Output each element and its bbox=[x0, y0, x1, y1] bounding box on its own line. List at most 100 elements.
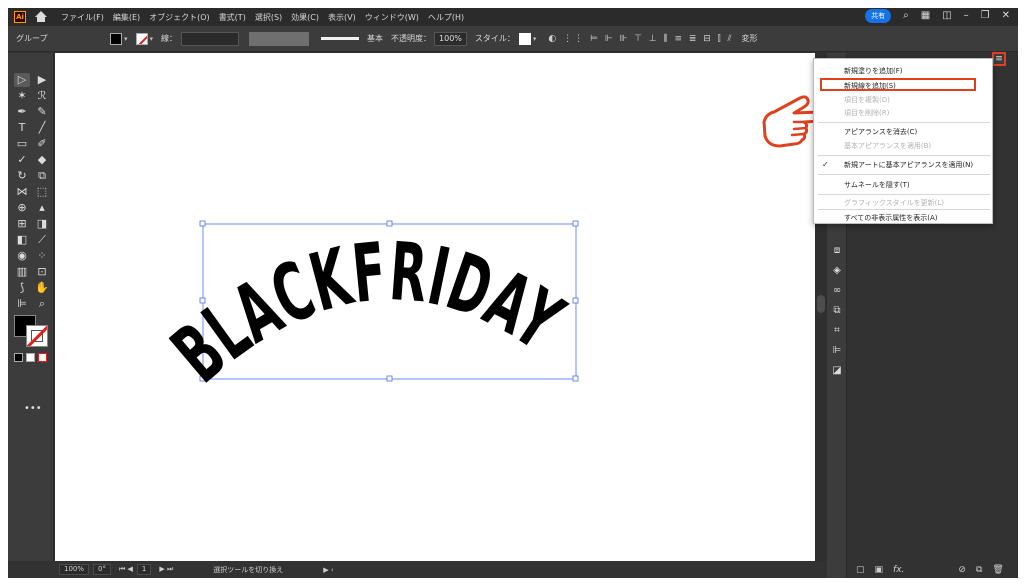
shape-builder-tool-icon[interactable]: ⊕ bbox=[14, 201, 30, 215]
gradient-tool-icon[interactable]: ◧ bbox=[14, 233, 30, 247]
menu-item-add-fill[interactable]: 新規塗りを追加(F) bbox=[844, 66, 903, 76]
hand-tool-icon[interactable]: ✋ bbox=[34, 281, 50, 295]
panel-menu-button[interactable]: ≡ bbox=[992, 52, 1006, 66]
rotate-tool-icon[interactable]: ↻ bbox=[14, 169, 30, 183]
zoom-tool-icon[interactable]: ⌕ bbox=[34, 297, 50, 311]
brush-stroke-preview[interactable] bbox=[321, 37, 360, 40]
chevron-down-icon[interactable]: ▾ bbox=[150, 35, 154, 43]
transform-label[interactable]: 変形 bbox=[741, 33, 757, 44]
free-transform-tool-icon[interactable]: ⬚ bbox=[34, 185, 50, 199]
search-icon[interactable]: ⌕ bbox=[903, 9, 909, 23]
graphic-style-swatch[interactable] bbox=[518, 32, 531, 45]
bbox-handle[interactable] bbox=[386, 220, 393, 227]
artboard-number-field[interactable]: 1 bbox=[136, 564, 152, 575]
pathfinder-panel-icon[interactable]: ◪ bbox=[831, 365, 843, 377]
opacity-field[interactable]: 100% bbox=[434, 31, 467, 46]
stroke-color-icon[interactable] bbox=[26, 325, 48, 347]
stroke-swatch[interactable] bbox=[135, 32, 148, 45]
scale-tool-icon[interactable]: ⧉ bbox=[34, 169, 50, 183]
stroke-weight-field[interactable] bbox=[181, 31, 240, 46]
align-icons[interactable]: ◐ ⋮⋮ ⊨ ⊩ ⊪ ⊤ ⊥ ⫼ ≡ ≣ ⊟ ⫿ ⫽ bbox=[548, 34, 733, 44]
menu-view[interactable]: 表示(V) bbox=[328, 12, 356, 23]
chevron-down-icon[interactable]: ▾ bbox=[533, 35, 537, 43]
chevron-down-icon[interactable]: ▾ bbox=[124, 35, 128, 43]
menu-window[interactable]: ウィンドウ(W) bbox=[365, 12, 419, 23]
bbox-handle[interactable] bbox=[386, 375, 393, 382]
menu-effect[interactable]: 効果(C) bbox=[291, 12, 319, 23]
pen-tool-icon[interactable]: ✒ bbox=[14, 105, 30, 119]
artboards-panel-icon[interactable]: ⧉ bbox=[831, 305, 843, 317]
artboard-tool-icon[interactable]: ⊡ bbox=[34, 265, 50, 279]
first-artboard-icon[interactable]: ⏮ ◀ bbox=[119, 565, 133, 574]
links-panel-icon[interactable]: ∞ bbox=[831, 285, 843, 297]
fill-stroke-widget[interactable] bbox=[14, 315, 50, 349]
align-tool-icon[interactable]: ⊫ bbox=[14, 297, 30, 311]
menu-type[interactable]: 書式(T) bbox=[219, 12, 246, 23]
add-stroke-icon[interactable]: ▢ bbox=[856, 565, 865, 575]
menu-edit[interactable]: 編集(E) bbox=[113, 12, 140, 23]
fx-icon[interactable]: fx. bbox=[893, 565, 904, 575]
arrange-documents-icon[interactable]: ▦ bbox=[921, 9, 930, 23]
blend-tool-icon[interactable]: ◉ bbox=[14, 249, 30, 263]
home-icon[interactable] bbox=[35, 11, 47, 23]
paintbrush-tool-icon[interactable]: ✐ bbox=[34, 137, 50, 151]
align-panel-icon[interactable]: ⊫ bbox=[831, 345, 843, 357]
next-artboard-icon[interactable]: ▶ ⏭ bbox=[159, 565, 173, 574]
restore-icon[interactable]: ❐ bbox=[981, 9, 990, 23]
menu-select[interactable]: 選択(S) bbox=[255, 12, 282, 23]
width-tool-icon[interactable]: ⋈ bbox=[14, 185, 30, 199]
curvature-tool-icon[interactable]: ✎ bbox=[34, 105, 50, 119]
minimize-icon[interactable]: – bbox=[964, 9, 969, 23]
blackfriday-text[interactable]: BLACKFRIDAY bbox=[155, 225, 579, 400]
appearance-panel-icon[interactable]: ⧈ bbox=[831, 245, 843, 257]
edit-toolbar-icon[interactable]: ••• bbox=[24, 403, 42, 414]
clear-appearance-icon[interactable]: ⊘ bbox=[958, 565, 966, 575]
fill-swatch[interactable] bbox=[110, 32, 122, 45]
mesh-tool-icon[interactable]: ◨ bbox=[34, 217, 50, 231]
selection-tool-icon[interactable]: ▷ bbox=[14, 73, 30, 87]
eyedropper-tool-icon[interactable]: ⟋ bbox=[34, 233, 50, 247]
direct-selection-tool-icon[interactable]: ▶ bbox=[34, 73, 50, 87]
menu-item-clear-appearance[interactable]: アピアランスを消去(C) bbox=[844, 127, 917, 137]
bbox-handle[interactable] bbox=[199, 220, 206, 227]
symbol-sprayer-tool-icon[interactable]: ⁘ bbox=[34, 249, 50, 263]
status-arrow-icon[interactable]: ▶ ‹ bbox=[323, 566, 333, 574]
add-fill-icon[interactable]: ▣ bbox=[875, 565, 884, 575]
line-tool-icon[interactable]: ╱ bbox=[34, 121, 50, 135]
menu-item-new-art-basic[interactable]: 新規アートに基本アピアランスを適用(N) bbox=[844, 160, 973, 170]
trash-icon[interactable]: 🗑 bbox=[992, 565, 1003, 575]
duplicate-item-icon[interactable]: ⧉ bbox=[976, 565, 982, 575]
scroll-thumb[interactable] bbox=[817, 295, 825, 313]
workspace-icon[interactable]: ◫ bbox=[942, 9, 951, 23]
column-graph-tool-icon[interactable]: ▥ bbox=[14, 265, 30, 279]
transform-panel-icon[interactable]: ⌗ bbox=[831, 325, 843, 337]
bbox-handle[interactable] bbox=[572, 220, 579, 227]
brush-profile-label[interactable]: 基本 bbox=[367, 33, 383, 44]
none-mode-icon[interactable] bbox=[38, 353, 47, 362]
share-button[interactable]: 共有 bbox=[865, 9, 892, 23]
menu-item-show-all-hidden[interactable]: すべての非表示属性を表示(A) bbox=[844, 213, 937, 223]
rectangle-tool-icon[interactable]: ▭ bbox=[14, 137, 30, 151]
variable-width-field[interactable] bbox=[249, 31, 310, 46]
menu-object[interactable]: オブジェクト(O) bbox=[149, 12, 210, 23]
menu-help[interactable]: ヘルプ(H) bbox=[428, 12, 464, 23]
close-icon[interactable]: ✕ bbox=[1002, 9, 1010, 23]
bbox-handle[interactable] bbox=[572, 297, 579, 304]
shaper-tool-icon[interactable]: ✓ bbox=[14, 153, 30, 167]
eraser-tool-icon[interactable]: ◆ bbox=[34, 153, 50, 167]
artboard-canvas[interactable]: BLACKFRIDAY bbox=[55, 53, 815, 561]
gradient-mode-icon[interactable] bbox=[26, 353, 35, 362]
live-paint-tool-icon[interactable]: ▴ bbox=[34, 201, 50, 215]
magic-wand-tool-icon[interactable]: ✶ bbox=[14, 89, 30, 103]
bbox-handle[interactable] bbox=[572, 375, 579, 382]
menu-item-hide-thumbnail[interactable]: サムネールを隠す(T) bbox=[844, 180, 910, 190]
menu-file[interactable]: ファイル(F) bbox=[61, 12, 104, 23]
type-tool-icon[interactable]: T bbox=[14, 121, 30, 135]
layers-panel-icon[interactable]: ◈ bbox=[831, 265, 843, 277]
lasso-tool-icon[interactable]: ℛ bbox=[34, 89, 50, 103]
perspective-grid-tool-icon[interactable]: ⊞ bbox=[14, 217, 30, 231]
rotation-field[interactable]: 0° bbox=[93, 564, 111, 575]
zoom-field[interactable]: 100% bbox=[59, 564, 90, 575]
slice-tool-icon[interactable]: ⟆ bbox=[14, 281, 30, 295]
color-mode-icon[interactable] bbox=[14, 353, 23, 362]
